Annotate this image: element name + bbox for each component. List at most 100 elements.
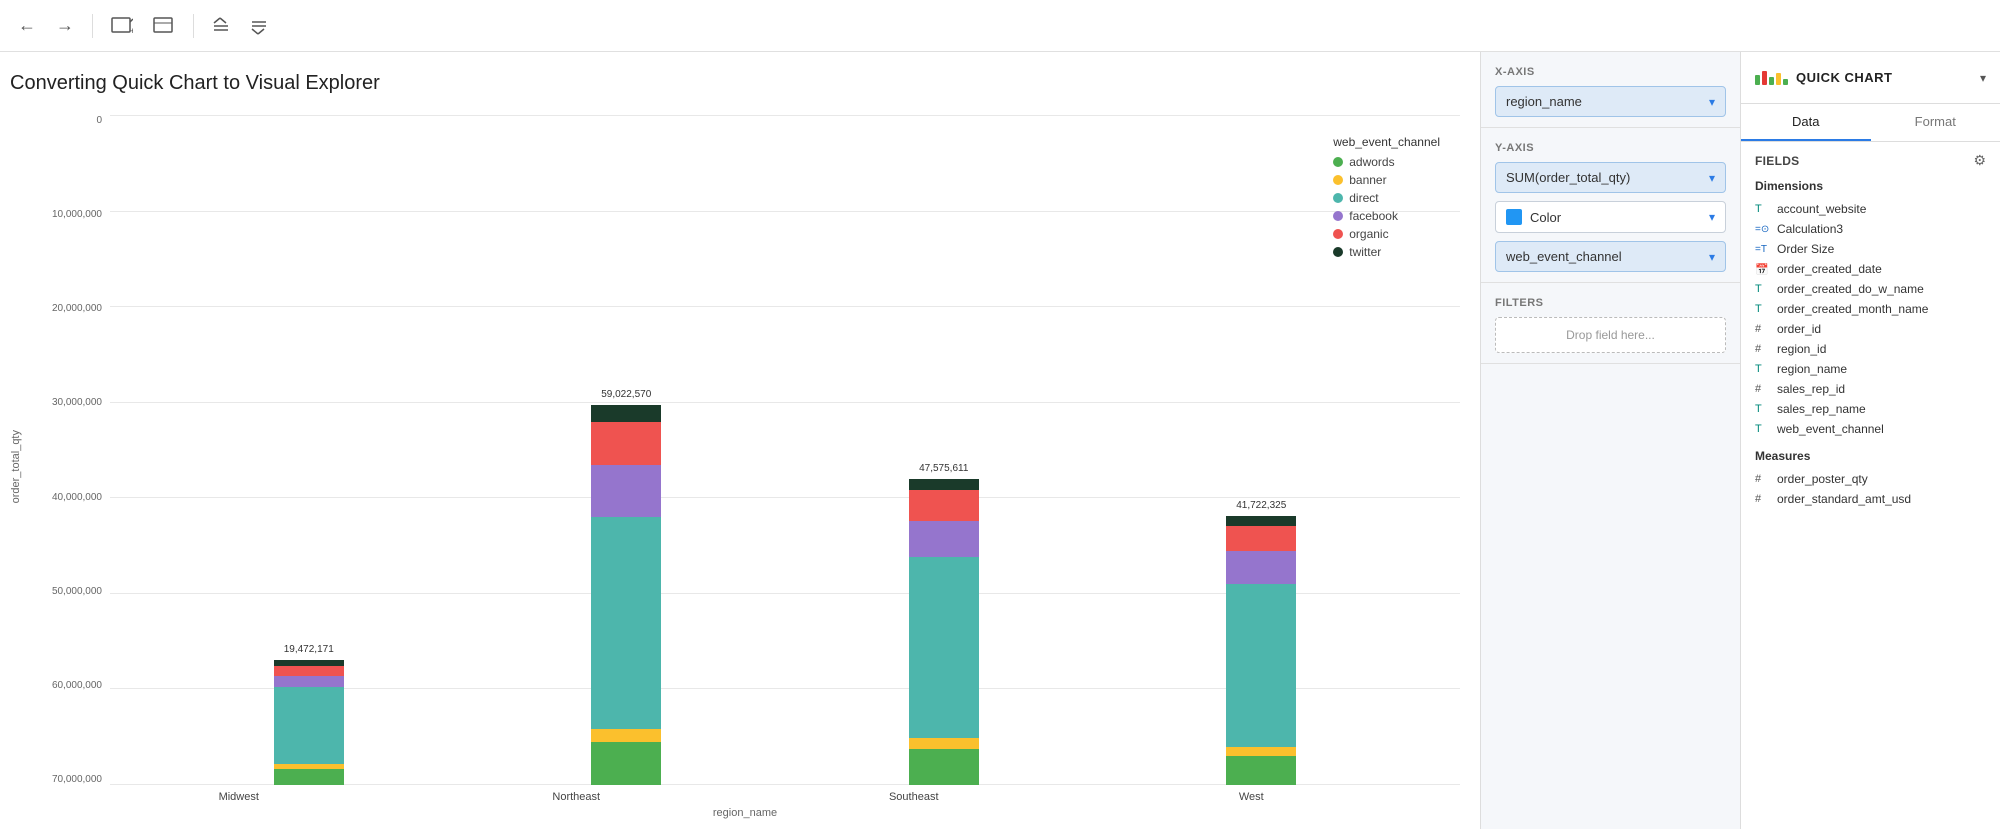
measure-field-item[interactable]: #order_standard_amt_usd <box>1755 489 1986 509</box>
field-label: order_poster_qty <box>1777 472 1868 486</box>
measures-section: Measures #order_poster_qty#order_standar… <box>1755 449 1986 509</box>
bar-segment <box>591 405 661 422</box>
x-tick-midwest: Midwest <box>199 791 279 803</box>
bar-stack <box>274 660 344 785</box>
legend-item: twitter <box>1333 245 1440 259</box>
bar-total-label: 59,022,570 <box>601 389 651 400</box>
layout-button[interactable] <box>147 13 181 39</box>
sort-up-button[interactable] <box>206 13 236 39</box>
bar-segment <box>274 666 344 676</box>
settings-icon[interactable]: ⚙ <box>1973 152 1986 169</box>
y-axis: 70,000,000 60,000,000 50,000,000 40,000,… <box>30 115 110 785</box>
bar-total-label: 19,472,171 <box>284 644 334 655</box>
hash-icon: # <box>1755 473 1771 485</box>
tab-format[interactable]: Format <box>1871 104 2000 141</box>
measure-items-container: # order_poster_qty #order_standard_amt_usd <box>1755 469 1986 509</box>
y-tick-4: 30,000,000 <box>30 397 102 408</box>
svg-text:+: + <box>130 26 133 35</box>
calc-text-icon: =T <box>1755 244 1771 255</box>
text-icon: T <box>1755 403 1771 415</box>
config-panel: X-Axis region_name ▾ Y-Axis SUM(order_to… <box>1480 52 1740 829</box>
bar-segment <box>274 676 344 687</box>
bar-total-label: 47,575,611 <box>919 463 968 474</box>
dimension-field-item[interactable]: #sales_rep_id <box>1755 379 1986 399</box>
sort-down-button[interactable] <box>244 13 274 39</box>
bar-total-label: 41,722,325 <box>1236 500 1286 511</box>
layout-icon <box>153 17 175 35</box>
chart-container: order_total_qty 70,000,000 60,000,000 50… <box>10 115 1460 819</box>
bar-group-midwest: 19,472,171 <box>274 644 344 785</box>
bar-segment <box>909 490 979 522</box>
qc-left: QUICK CHART <box>1755 70 1893 85</box>
field-label: Order Size <box>1777 242 1834 256</box>
bar-group-west: 41,722,325 <box>1226 500 1296 785</box>
add-view-button[interactable]: + <box>105 13 139 39</box>
legend-item: organic <box>1333 227 1440 241</box>
filters-drop-zone[interactable]: Drop field here... <box>1495 317 1726 353</box>
y-axis-arrow-icon: ▾ <box>1709 171 1715 185</box>
y-axis-select[interactable]: SUM(order_total_qty) ▾ <box>1495 162 1726 193</box>
dimension-field-item[interactable]: Tweb_event_channel <box>1755 419 1986 439</box>
bar-stack <box>591 405 661 785</box>
legend-dot <box>1333 229 1343 239</box>
y-axis-label: Y-Axis <box>1495 142 1726 154</box>
bar-segment <box>591 465 661 517</box>
x-axis-section: X-Axis region_name ▾ <box>1481 52 1740 128</box>
legend-dot <box>1333 157 1343 167</box>
main-layout: Converting Quick Chart to Visual Explore… <box>0 52 2000 829</box>
dimension-field-item[interactable]: =T Order Size <box>1755 239 1986 259</box>
legend-label: facebook <box>1349 209 1398 223</box>
field-label: web_event_channel <box>1777 422 1884 436</box>
bar1 <box>1755 75 1760 85</box>
quick-chart-title: QUICK CHART <box>1796 70 1893 85</box>
hash-icon: # <box>1755 493 1771 505</box>
measure-field-item[interactable]: # order_poster_qty <box>1755 469 1986 489</box>
dimension-field-item[interactable]: Tregion_name <box>1755 359 1986 379</box>
color-value-select[interactable]: web_event_channel ▾ <box>1495 241 1726 272</box>
fields-body: FIELDS ⚙ Dimensions Taccount_website=⊙Ca… <box>1741 142 2000 829</box>
legend-dot <box>1333 175 1343 185</box>
bar-segment <box>909 521 979 557</box>
bar-segment <box>591 742 661 785</box>
field-label: region_id <box>1777 342 1826 356</box>
color-label: Color <box>1530 210 1701 225</box>
bar-group-southeast: 47,575,611 <box>909 463 979 785</box>
legend-item: banner <box>1333 173 1440 187</box>
dimension-field-item[interactable]: # order_id <box>1755 319 1986 339</box>
quick-chart-chevron[interactable]: ▾ <box>1980 71 1986 85</box>
x-axis-arrow-icon: ▾ <box>1709 95 1715 109</box>
fields-header: FIELDS ⚙ <box>1755 152 1986 169</box>
color-row[interactable]: Color ▾ <box>1495 201 1726 233</box>
toolbar: ← → + <box>0 0 2000 52</box>
dimension-field-item[interactable]: Taccount_website <box>1755 199 1986 219</box>
hash-icon: # <box>1755 323 1771 335</box>
text-icon: T <box>1755 203 1771 215</box>
bar-segment <box>1226 516 1296 525</box>
bar3 <box>1769 77 1774 85</box>
bar-segment <box>909 738 979 749</box>
dimension-field-item[interactable]: =⊙Calculation3 <box>1755 219 1986 239</box>
sort-up-icon <box>212 17 230 35</box>
sort-down-icon <box>250 17 268 35</box>
dimension-field-item[interactable]: 📅order_created_date <box>1755 259 1986 279</box>
legend-dot <box>1333 193 1343 203</box>
dimension-field-item[interactable]: #region_id <box>1755 339 1986 359</box>
field-label: sales_rep_id <box>1777 382 1845 396</box>
field-label: sales_rep_name <box>1777 402 1866 416</box>
dimension-field-item[interactable]: Tsales_rep_name <box>1755 399 1986 419</box>
forward-button[interactable]: → <box>50 11 80 40</box>
dimension-field-item[interactable]: Torder_created_month_name <box>1755 299 1986 319</box>
y-axis-section: Y-Axis SUM(order_total_qty) ▾ Color ▾ we… <box>1481 128 1740 283</box>
tab-data[interactable]: Data <box>1741 104 1871 141</box>
field-label: order_id <box>1777 322 1821 336</box>
calc-icon: =⊙ <box>1755 224 1771 235</box>
back-button[interactable]: ← <box>12 11 42 40</box>
y-tick-5: 20,000,000 <box>30 303 102 314</box>
bar5 <box>1783 79 1788 85</box>
chart-title: Converting Quick Chart to Visual Explore… <box>10 72 1460 95</box>
y-tick-7: 0 <box>30 115 102 126</box>
x-axis-select[interactable]: region_name ▾ <box>1495 86 1726 117</box>
dimension-field-item[interactable]: Torder_created_do_w_name <box>1755 279 1986 299</box>
add-view-icon: + <box>111 17 133 35</box>
legend-label: twitter <box>1349 245 1381 259</box>
